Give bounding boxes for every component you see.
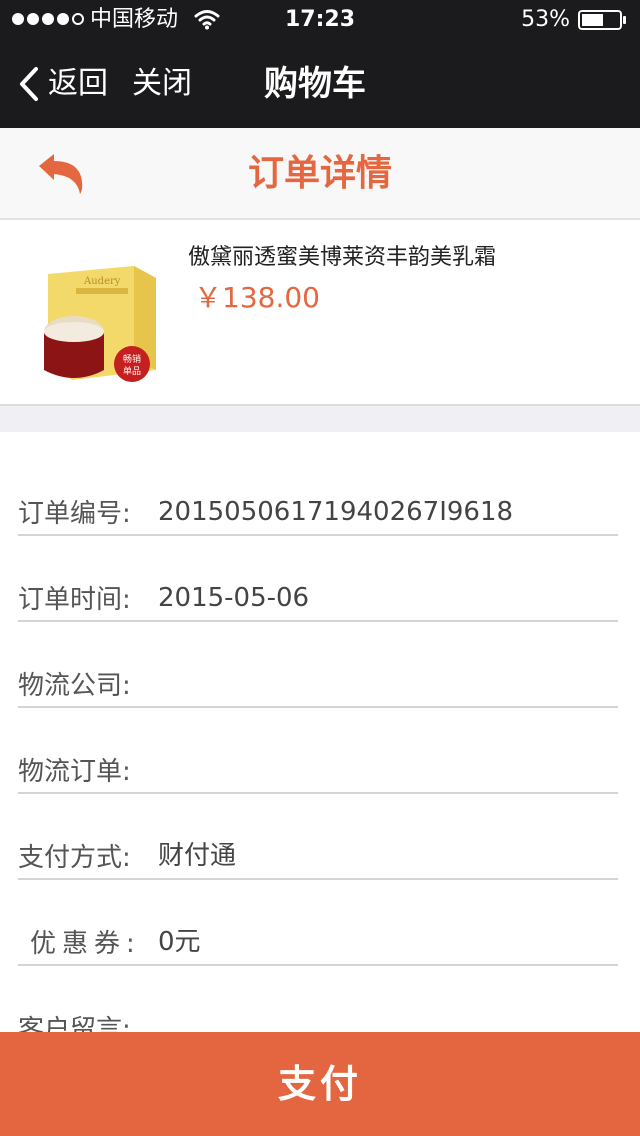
page-title: 订单详情 (247, 153, 392, 194)
logistics-company-label: 物流公司: (18, 671, 131, 701)
order-number-value: 20150506171940267I9618 (158, 497, 514, 527)
product-image: Audery 畅销 单品 (44, 266, 156, 382)
page: 中国移动 17:23 53% 返回 关闭 购物车 订单详情 Audery 畅销 … (0, 0, 640, 1136)
coupon-value: 0元 (158, 927, 201, 957)
order-number-row: 订单编号: 20150506171940267I9618 (18, 450, 618, 536)
order-time-value: 2015-05-06 (158, 583, 310, 613)
logistics-company-row: 物流公司: (18, 622, 618, 708)
coupon-label: 优惠券: (30, 929, 141, 959)
payment-method-row: 支付方式: 财付通 (18, 794, 618, 880)
order-number-label: 订单编号: (18, 499, 131, 529)
pay-button[interactable]: 支付 (0, 1032, 640, 1136)
coupon-row: 优惠券: 0元 (18, 880, 618, 966)
status-bar: 中国移动 17:23 53% (0, 0, 640, 40)
logistics-order-row: 物流订单: (18, 708, 618, 794)
order-info-list: 订单编号: 20150506171940267I9618 订单时间: 2015-… (0, 432, 640, 1045)
nav-bar: 返回 关闭 购物车 (0, 40, 640, 128)
nav-title: 购物车 (264, 64, 366, 104)
svg-text:Audery: Audery (83, 276, 121, 287)
battery-percent: 53% (521, 7, 570, 32)
order-time-label: 订单时间: (18, 585, 131, 615)
product-name: 傲黛丽透蜜美博莱资丰韵美乳霜 (188, 245, 497, 270)
product-item[interactable]: Audery 畅销 单品 傲黛丽透蜜美博莱资丰韵美乳霜 ￥138.00 (0, 220, 640, 406)
order-time-row: 订单时间: 2015-05-06 (18, 536, 618, 622)
back-button[interactable]: 返回 (18, 62, 108, 106)
logistics-order-label: 物流订单: (18, 757, 131, 787)
order-detail-header: 订单详情 (0, 128, 640, 220)
section-divider (0, 406, 640, 432)
back-chevron-icon (20, 67, 38, 101)
svg-text:畅销: 畅销 (123, 353, 141, 365)
payment-method-value: 财付通 (158, 841, 237, 871)
battery-icon (578, 10, 626, 30)
close-button[interactable]: 关闭 (132, 62, 192, 106)
svg-text:单品: 单品 (123, 365, 141, 377)
top-bar: 中国移动 17:23 53% 返回 关闭 购物车 (0, 0, 640, 128)
product-price: ￥138.00 (194, 281, 320, 314)
back-label: 返回 (48, 66, 108, 101)
payment-method-label: 支付方式: (18, 843, 131, 873)
